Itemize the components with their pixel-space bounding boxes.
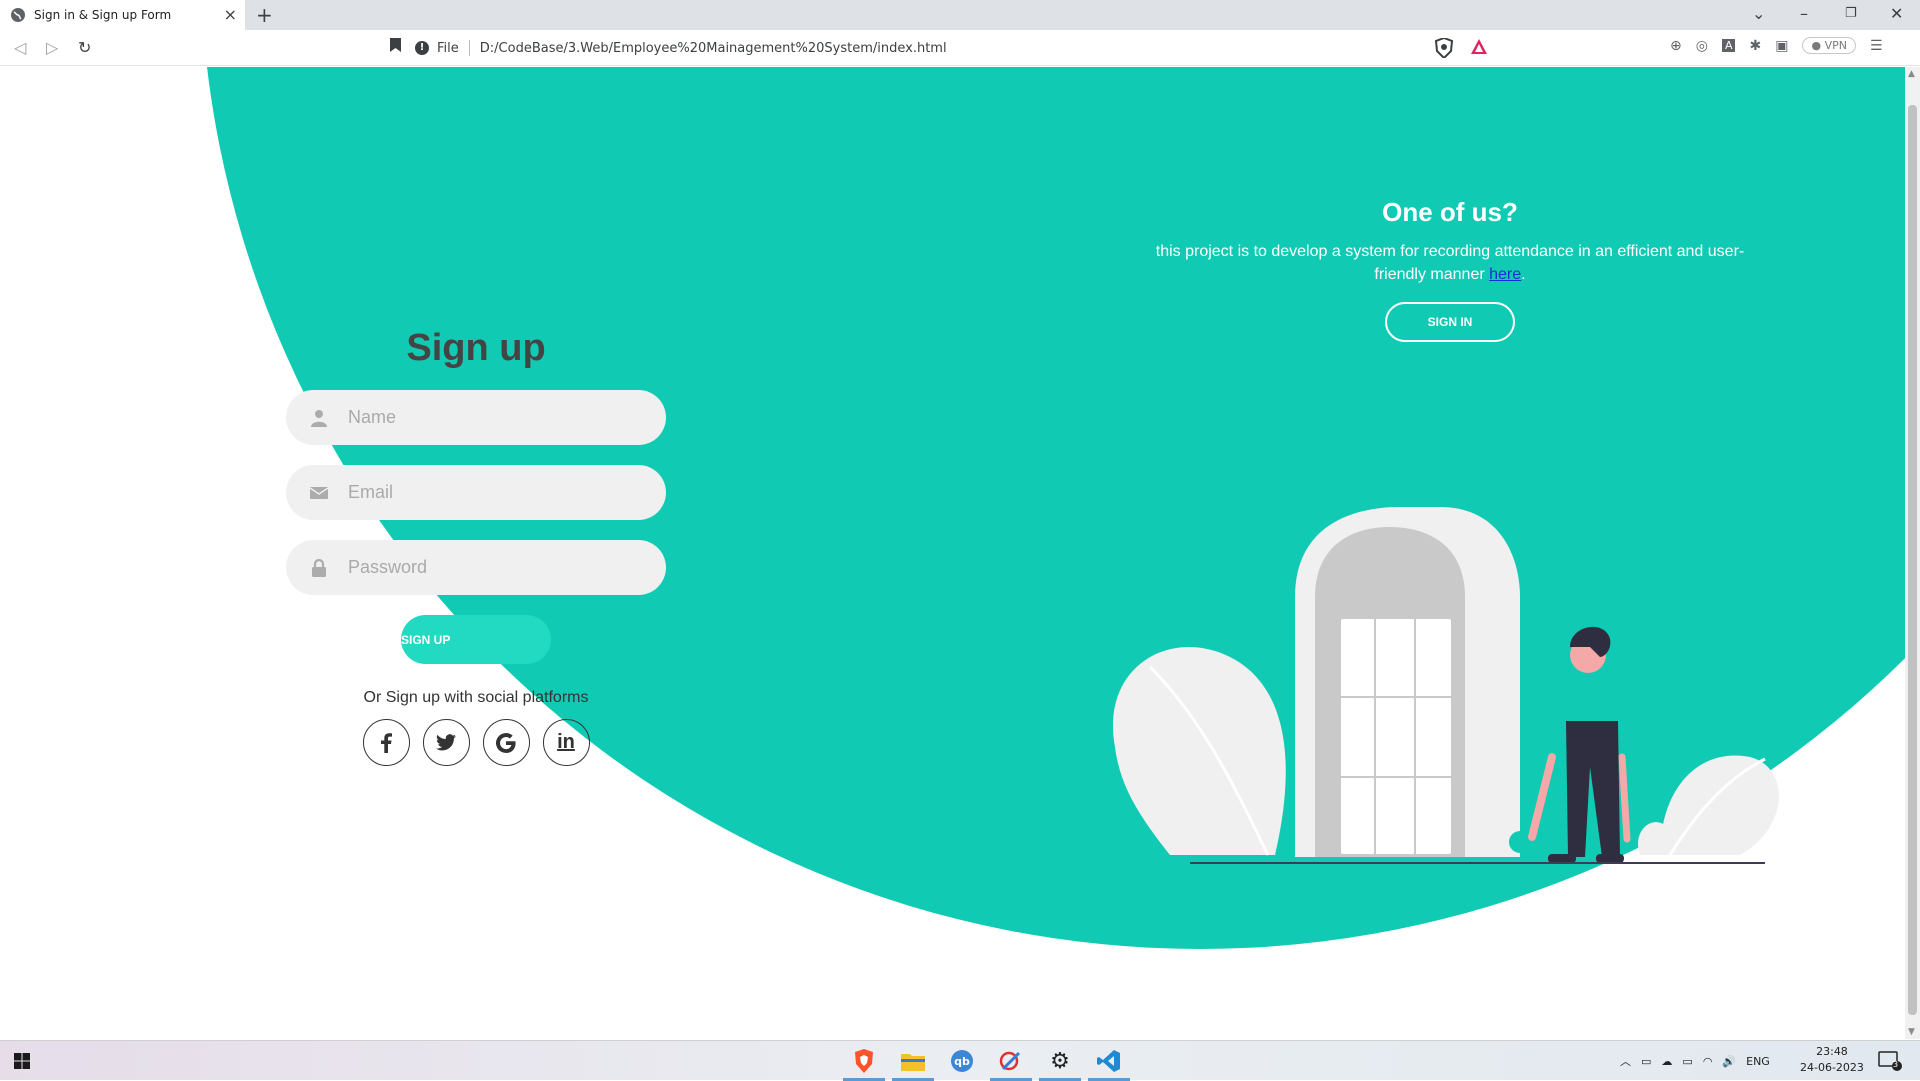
sign-in-button[interactable]: SIGN IN (1385, 302, 1515, 342)
panel-text-end: . (1521, 266, 1526, 283)
browser-tab[interactable]: Sign in & Sign up Form × (0, 0, 245, 30)
name-input[interactable] (348, 407, 628, 428)
browser-tab-bar: Sign in & Sign up Form × + ⌄ – ❐ ✕ (0, 0, 1920, 30)
notification-center[interactable]: 3 (1878, 1051, 1902, 1075)
facebook-icon[interactable] (362, 719, 410, 766)
vpn-button[interactable]: ● VPN (1802, 37, 1856, 54)
gear-icon: ⚙ (1050, 1048, 1070, 1074)
svg-text:qb: qb (954, 1055, 970, 1068)
language-indicator[interactable]: ENG (1746, 1055, 1770, 1068)
email-field (286, 465, 666, 520)
brave-rewards-icon[interactable] (1470, 38, 1488, 56)
left-plant (1112, 647, 1286, 856)
tab-search-icon[interactable]: ⌄ (1752, 4, 1765, 23)
vscode-app[interactable] (1086, 1041, 1132, 1081)
address-prefix: File (437, 40, 459, 56)
right-plant (1638, 755, 1779, 856)
info-icon[interactable]: ! (415, 41, 429, 55)
right-panel: One of us? this project is to develop a … (1100, 197, 1800, 342)
brave-shield-icon[interactable] (1435, 38, 1453, 58)
qbittorrent-app[interactable]: qb (939, 1041, 985, 1081)
settings-app[interactable]: ⚙ (1037, 1041, 1083, 1081)
panel-description: this project is to develop a system for … (1100, 240, 1800, 286)
password-field (286, 540, 666, 595)
clock-date: 24-06-2023 (1800, 1061, 1864, 1074)
file-explorer-app[interactable] (890, 1041, 936, 1081)
linkedin-icon[interactable]: in (542, 719, 590, 766)
onedrive-icon[interactable]: ☁ (1661, 1055, 1672, 1068)
puzzle-icon[interactable]: ✱ (1749, 38, 1761, 54)
notification-icon (1878, 1051, 1902, 1071)
wifi-icon[interactable]: ◠ (1703, 1055, 1713, 1068)
vscode-icon (1097, 1050, 1120, 1072)
tab-title: Sign in & Sign up Form (34, 8, 172, 22)
battery-icon[interactable]: ▭ (1682, 1055, 1692, 1068)
forward-button[interactable]: ▷ (46, 38, 58, 57)
brave-browser-app[interactable] (841, 1041, 887, 1081)
url-text: D:/CodeBase/3.Web/Employee%20Mainagement… (479, 40, 947, 56)
linkedin-glyph: in (557, 731, 575, 753)
close-tab-icon[interactable]: × (224, 6, 237, 24)
address-bar[interactable]: ! File D:/CodeBase/3.Web/Employee%20Main… (415, 35, 1495, 61)
person-figure (1528, 626, 1631, 863)
globe-extension-icon[interactable]: ◎ (1696, 38, 1708, 54)
lock-icon (312, 558, 326, 577)
windows-taskbar: qb ⚙ ︿ ▭ ☁ ▭ ◠ 🔊 ENG 23:48 24-06-2023 3 (0, 1040, 1920, 1081)
panel-link[interactable]: here (1489, 266, 1521, 283)
extension-icons: ⊕ ◎ A ✱ ▣ ● VPN ☰ (1670, 37, 1883, 54)
system-tray: ︿ ▭ ☁ ▭ ◠ 🔊 ENG (1620, 1041, 1770, 1081)
page-viewport: One of us? this project is to develop a … (0, 67, 1905, 1039)
bookmark-icon[interactable] (390, 38, 401, 52)
clock[interactable]: 23:48 24-06-2023 (1800, 1044, 1864, 1076)
name-field (286, 390, 666, 445)
new-tab-button[interactable]: + (256, 3, 273, 27)
envelope-icon (310, 486, 328, 499)
vpn-label: VPN (1824, 39, 1847, 52)
page-scrollbar[interactable]: ▲ ▼ (1905, 67, 1920, 1039)
meet-now-icon[interactable]: ▭ (1641, 1055, 1651, 1068)
scroll-down-arrow[interactable]: ▼ (1908, 1027, 1915, 1037)
brave-lion-icon (855, 1049, 873, 1073)
address-separator (468, 40, 470, 56)
user-icon (311, 409, 327, 427)
signup-form: Sign up SIGN UP Or Sign up with social p… (286, 327, 666, 766)
social-text: Or Sign up with social platforms (363, 689, 589, 706)
back-button[interactable]: ◁ (14, 38, 26, 57)
folder-icon (901, 1054, 925, 1071)
email-input[interactable] (348, 482, 628, 503)
globe-icon (11, 8, 25, 22)
qbittorrent-icon: qb (951, 1050, 973, 1072)
clock-time: 23:48 (1816, 1045, 1848, 1058)
google-icon[interactable] (482, 719, 530, 766)
windows-start-icon[interactable] (14, 1053, 30, 1069)
snipping-tool-app[interactable] (988, 1041, 1034, 1081)
panel-heading: One of us? (1382, 197, 1518, 227)
notification-count: 3 (1893, 1060, 1899, 1069)
close-window-button[interactable]: ✕ (1890, 4, 1903, 23)
sidebar-icon[interactable]: ▣ (1775, 38, 1788, 54)
signup-title: Sign up (406, 327, 546, 369)
snipping-tool-icon (999, 1051, 1021, 1071)
translate-icon[interactable]: ⊕ (1670, 38, 1682, 54)
password-input[interactable] (348, 557, 628, 578)
sign-up-button[interactable]: SIGN UP (401, 615, 551, 664)
panel-text: this project is to develop a system for … (1155, 243, 1745, 283)
volume-icon[interactable]: 🔊 (1722, 1055, 1736, 1068)
chevron-up-icon[interactable]: ︿ (1620, 1053, 1631, 1069)
scroll-up-arrow[interactable]: ▲ (1908, 69, 1915, 79)
door-person-illustration (1112, 507, 1779, 864)
scrollbar-thumb[interactable] (1908, 105, 1917, 1015)
minimize-button[interactable]: – (1800, 4, 1808, 23)
reload-button[interactable]: ↻ (78, 38, 91, 57)
browser-toolbar: ◁ ▷ ↻ ! File D:/CodeBase/3.Web/Employee%… (0, 30, 1920, 66)
social-media-links: in (286, 719, 666, 766)
restore-button[interactable]: ❐ (1845, 6, 1857, 21)
twitter-icon[interactable] (422, 719, 470, 766)
menu-icon[interactable]: ☰ (1870, 38, 1883, 54)
font-extension-icon[interactable]: A (1721, 39, 1736, 52)
